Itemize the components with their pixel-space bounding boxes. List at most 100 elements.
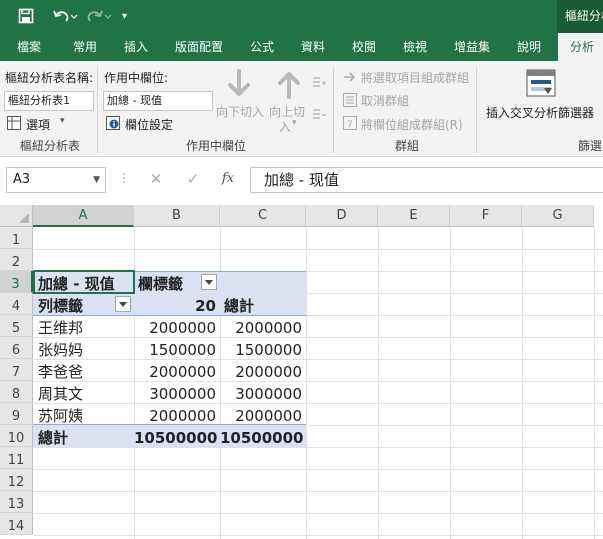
- gridline: [33, 491, 603, 492]
- row-header-4[interactable]: 4: [0, 293, 33, 315]
- expand-field-icon[interactable]: [312, 76, 326, 90]
- row-header-3[interactable]: 3: [0, 271, 33, 293]
- group-filter-label: 篩選: [578, 139, 603, 153]
- pivot-name-input[interactable]: 樞紐分析表1: [4, 91, 94, 111]
- pivot-row-total[interactable]: 1500000: [220, 339, 302, 361]
- tab-data[interactable]: 資料: [301, 33, 325, 61]
- pivot-row-total[interactable]: 2000000: [220, 361, 302, 383]
- active-field-input[interactable]: 加總 - 现值: [103, 91, 213, 111]
- tab-view[interactable]: 檢視: [403, 33, 427, 61]
- row-header-10[interactable]: 10: [0, 425, 33, 447]
- save-icon[interactable]: [18, 5, 36, 27]
- ribbon-tabs: 檔案 常用 插入 版面配置 公式 資料 校閱 檢視 增益集 說明 分析: [0, 33, 603, 63]
- tab-page-layout[interactable]: 版面配置: [175, 33, 223, 61]
- insert-function-icon[interactable]: fx: [218, 169, 238, 189]
- pivot-name-label: 樞紐分析表名稱:: [5, 71, 94, 85]
- active-cell-a3[interactable]: [33, 270, 135, 294]
- formula-input[interactable]: 加總 - 现值: [250, 167, 603, 193]
- active-field-label: 作用中欄位:: [104, 71, 169, 85]
- pivot-row-value[interactable]: 2000000: [134, 361, 216, 383]
- insert-slicer-button[interactable]: 插入交叉分析篩選器: [486, 104, 594, 121]
- drill-up-label-line2: 入: [279, 120, 292, 134]
- formula-bar-grip-icon[interactable]: ⋮: [118, 171, 130, 185]
- gridline: [594, 227, 595, 539]
- group-selection-button[interactable]: 將選取項目組成群組: [361, 69, 469, 86]
- svg-text:7: 7: [347, 120, 353, 130]
- pivot-grand-total-label[interactable]: 總計: [38, 427, 68, 449]
- row-header-2[interactable]: 2: [0, 249, 33, 271]
- gridline: [33, 249, 603, 250]
- column-header-a[interactable]: A: [33, 205, 134, 227]
- pivot-column-item[interactable]: 20: [134, 295, 216, 317]
- group-field-button[interactable]: 將欄位組成群組(R): [361, 116, 463, 133]
- tab-formulas[interactable]: 公式: [250, 33, 274, 61]
- tab-help[interactable]: 說明: [517, 33, 541, 61]
- pivot-row-name[interactable]: 苏阿姨: [38, 405, 83, 427]
- row-header-5[interactable]: 5: [0, 315, 33, 337]
- tab-insert[interactable]: 插入: [124, 33, 148, 61]
- row-header-8[interactable]: 8: [0, 381, 33, 403]
- pivot-row-name[interactable]: 李爸爸: [38, 361, 83, 383]
- pivot-row-total[interactable]: 3000000: [220, 383, 302, 405]
- field-settings-button[interactable]: 欄位設定: [125, 116, 173, 133]
- pivot-row-value[interactable]: 1500000: [134, 339, 216, 361]
- drill-up-icon: [272, 67, 306, 101]
- name-box-dropdown-icon[interactable]: ▼: [93, 168, 100, 192]
- drill-down-button[interactable]: 向下切入: [216, 103, 264, 120]
- row-filter-dropdown-icon[interactable]: [115, 296, 131, 312]
- options-button[interactable]: 選項: [26, 116, 50, 133]
- tab-home[interactable]: 常用: [73, 33, 97, 61]
- collapse-field-icon[interactable]: [312, 108, 326, 122]
- group-selection-icon: [343, 70, 357, 84]
- cancel-icon[interactable]: ✕: [146, 169, 166, 189]
- row-header-6[interactable]: 6: [0, 337, 33, 359]
- pivot-row-name[interactable]: 王维邦: [38, 317, 83, 339]
- pivot-row-value[interactable]: 2000000: [134, 317, 216, 339]
- column-header-e[interactable]: E: [378, 205, 450, 227]
- column-header-c[interactable]: C: [220, 205, 306, 227]
- enter-icon[interactable]: ✓: [183, 169, 203, 189]
- pivot-grand-total-value[interactable]: 10500000: [134, 427, 218, 449]
- ungroup-icon: [343, 93, 357, 107]
- row-header-14[interactable]: 14: [0, 513, 33, 535]
- column-header-f[interactable]: F: [450, 205, 522, 227]
- undo-icon[interactable]: [52, 5, 78, 27]
- ribbon: 樞紐分析表名稱: 樞紐分析表1 選項 ▾ 樞紐分析表 作用中欄位: 加總 - 现…: [0, 61, 603, 157]
- column-filter-dropdown-icon[interactable]: [201, 274, 217, 290]
- name-box[interactable]: A3 ▼: [6, 167, 106, 193]
- gridline: [33, 535, 603, 536]
- pivot-row-value[interactable]: 2000000: [134, 405, 216, 427]
- pivot-row-total[interactable]: 2000000: [220, 317, 302, 339]
- column-header-g[interactable]: G: [522, 205, 594, 227]
- options-dropdown-icon[interactable]: ▾: [60, 116, 65, 126]
- pivot-row-name[interactable]: 张妈妈: [38, 339, 83, 361]
- pivot-row-value[interactable]: 3000000: [134, 383, 216, 405]
- pivot-grand-total-total[interactable]: 10500000: [220, 427, 304, 449]
- gridline: [33, 337, 603, 338]
- pivot-row-total[interactable]: 2000000: [220, 405, 302, 427]
- pivot-column-label[interactable]: 欄標籤: [138, 273, 183, 295]
- row-header-7[interactable]: 7: [0, 359, 33, 381]
- tab-review[interactable]: 校閱: [352, 33, 376, 61]
- row-header-11[interactable]: 11: [0, 447, 33, 469]
- pivot-row-label[interactable]: 列標籤: [38, 295, 83, 317]
- select-all-button[interactable]: [0, 205, 33, 227]
- drill-up-dropdown-icon[interactable]: ▾: [292, 118, 297, 128]
- redo-icon[interactable]: [86, 5, 112, 27]
- ungroup-button[interactable]: 取消群組: [361, 92, 409, 109]
- slicer-icon: [526, 69, 556, 99]
- tab-analyze[interactable]: 分析: [558, 33, 603, 63]
- row-header-1[interactable]: 1: [0, 227, 33, 249]
- column-header-b[interactable]: B: [134, 205, 220, 227]
- row-header-12[interactable]: 12: [0, 469, 33, 491]
- row-header-13[interactable]: 13: [0, 491, 33, 513]
- worksheet-grid[interactable]: A B C D E F G 1 2 3 4 5 6 7 8 9 10 11 12…: [0, 205, 603, 539]
- pivot-row-name[interactable]: 周其文: [38, 383, 83, 405]
- column-header-d[interactable]: D: [306, 205, 378, 227]
- pivot-total-header[interactable]: 總計: [224, 295, 254, 317]
- customize-qat-icon[interactable]: ▾: [122, 5, 132, 27]
- tab-addins[interactable]: 增益集: [454, 33, 490, 61]
- tab-file[interactable]: 檔案: [17, 33, 41, 61]
- row-header-9[interactable]: 9: [0, 403, 33, 425]
- group-pivot-label: 樞紐分析表: [20, 139, 81, 153]
